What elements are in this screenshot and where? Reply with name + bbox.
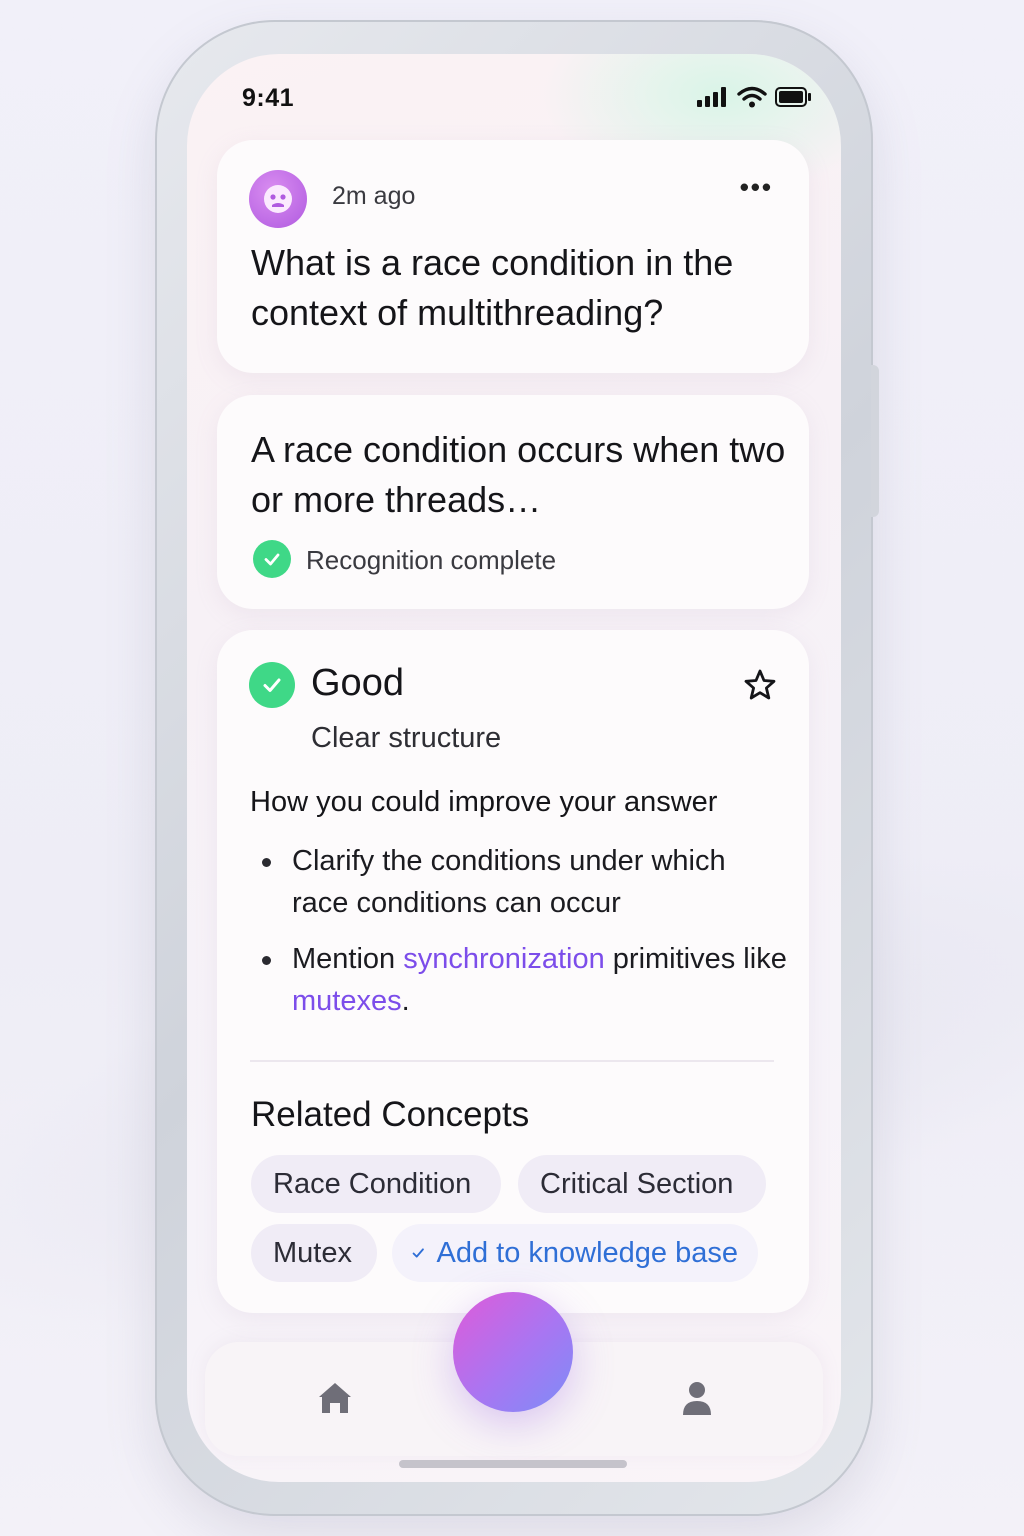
check-circle-icon <box>249 662 295 708</box>
answer-card: A race condition occurs when two or more… <box>217 395 809 609</box>
wifi-icon <box>737 86 767 108</box>
rating-label: Good <box>311 662 404 704</box>
phone-screen: 9:41 2m ago ••• What is a race condition… <box>187 54 841 1482</box>
status-icons <box>697 86 811 108</box>
post-time: 2m ago <box>332 182 416 210</box>
concept-chip-critical-section[interactable]: Critical Section <box>518 1155 766 1213</box>
recognition-status: Recognition complete <box>306 545 557 575</box>
rating-summary: Clear structure <box>311 722 502 754</box>
answer-text: A race condition occurs when two or more… <box>251 429 786 520</box>
home-icon[interactable] <box>317 1380 353 1416</box>
battery-icon <box>775 87 811 107</box>
synchronization-link[interactable]: synchronization <box>403 943 605 975</box>
bullet-text: Clarify the conditions under which race … <box>292 845 726 919</box>
feedback-card: Good Clear structure How you could impro… <box>217 630 809 1313</box>
question-card: 2m ago ••• What is a race condition in t… <box>217 140 809 373</box>
checkmark-icon <box>412 1248 424 1258</box>
list-item: Mention synchronization primitives like … <box>250 938 790 1022</box>
bullet-text: primitives like <box>604 943 787 975</box>
mutexes-link[interactable]: mutexes <box>292 985 402 1017</box>
avatar-face-icon <box>264 185 292 213</box>
more-options-icon[interactable]: ••• <box>740 174 773 200</box>
improvement-list: Clarify the conditions under which race … <box>250 840 790 1036</box>
question-text: What is a race condition in the context … <box>251 242 734 333</box>
improve-title: How you could improve your answer <box>250 786 718 818</box>
user-icon[interactable] <box>681 1380 713 1416</box>
status-time: 9:41 <box>242 84 295 112</box>
voice-record-button[interactable] <box>453 1292 573 1412</box>
concept-chip-race-condition[interactable]: Race Condition <box>251 1155 501 1213</box>
list-item: Clarify the conditions under which race … <box>250 840 790 924</box>
divider <box>250 1060 774 1062</box>
status-bar: 9:41 <box>187 54 841 134</box>
bullet-text: . <box>401 985 410 1017</box>
star-outline-icon[interactable] <box>743 668 777 702</box>
avatar[interactable] <box>249 170 307 228</box>
check-circle-icon <box>253 540 291 578</box>
cellular-signal-icon <box>697 87 726 107</box>
phone-side-button <box>871 365 879 517</box>
bullet-text: Mention <box>292 943 404 975</box>
add-to-knowledge-base-label: Add to knowledge base <box>436 1237 739 1269</box>
add-to-knowledge-base-button[interactable]: Add to knowledge base <box>392 1224 758 1282</box>
home-indicator <box>399 1460 627 1468</box>
concept-chip-mutex[interactable]: Mutex <box>251 1224 377 1282</box>
related-concepts-title: Related Concepts <box>251 1095 530 1134</box>
